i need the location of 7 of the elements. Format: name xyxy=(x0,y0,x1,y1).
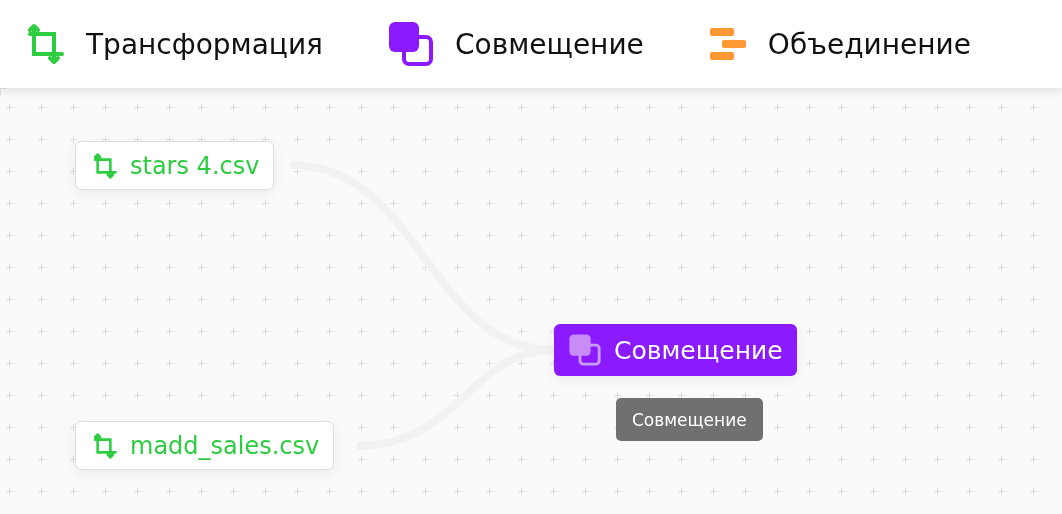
node[interactable]: Совмещение xyxy=(554,324,797,376)
tool-button[interactable]: Совмещение xyxy=(386,20,644,68)
tooltip: Совмещение xyxy=(616,398,763,441)
overlapping-squares-icon xyxy=(568,333,602,367)
tool-button[interactable]: Объединение xyxy=(707,24,971,64)
tool-button[interactable]: Трансформация xyxy=(22,22,323,66)
overlapping-squares-icon xyxy=(386,20,435,68)
